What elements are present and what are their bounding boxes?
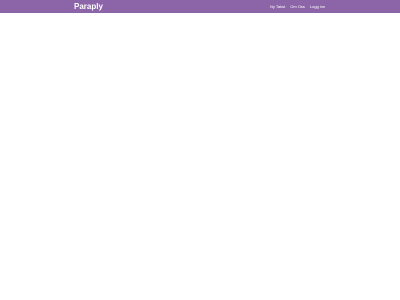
nav-link-om-oss[interactable]: Om Oss <box>290 3 305 10</box>
main-content <box>0 13 400 300</box>
nav-links: Ny Takst Om Oss Logg inn <box>270 3 325 10</box>
nav-link-ny-takst[interactable]: Ny Takst <box>270 3 285 10</box>
nav-link-logg-inn[interactable]: Logg inn <box>310 3 325 10</box>
top-navbar: Paraply Ny Takst Om Oss Logg inn <box>0 0 400 13</box>
brand-logo-link[interactable]: Paraply <box>74 1 103 12</box>
